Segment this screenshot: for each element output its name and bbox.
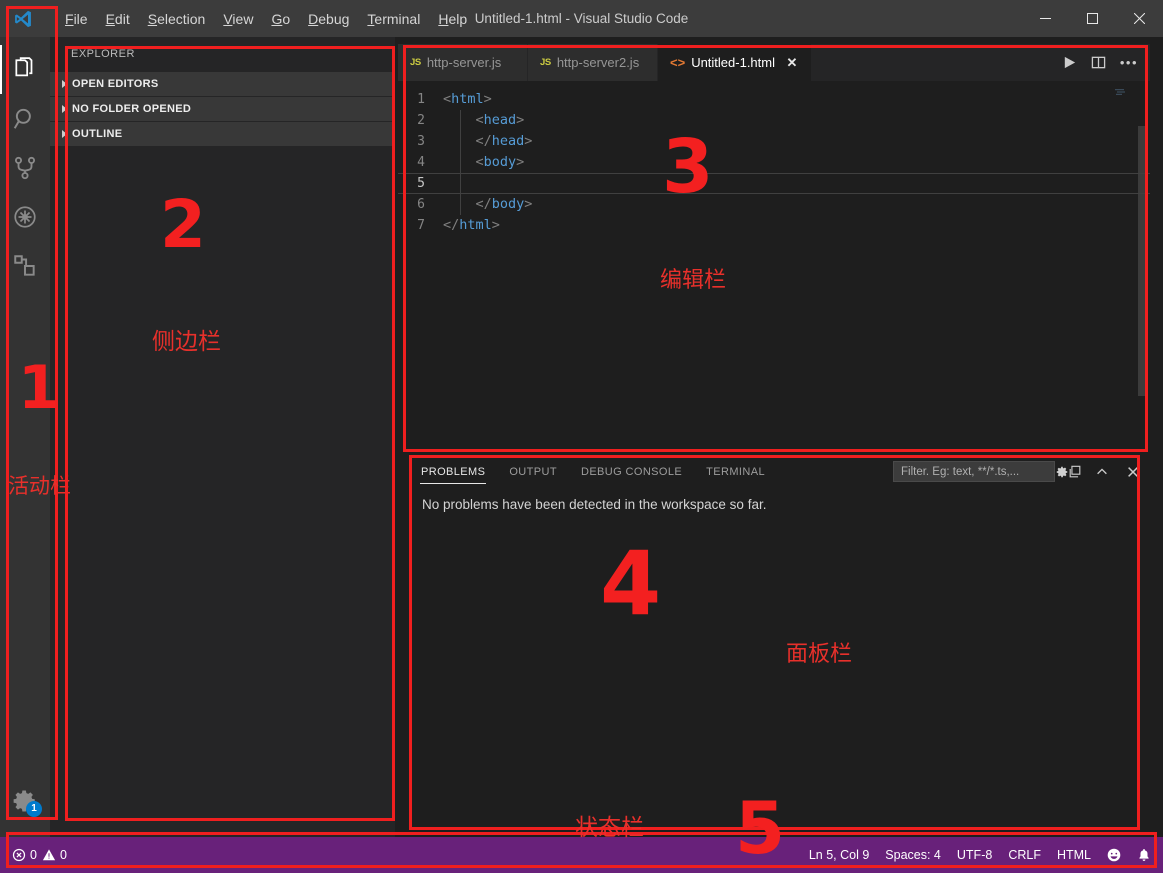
panel-tab-bar: PROBLEMS OUTPUT DEBUG CONSOLE TERMINAL (410, 455, 1140, 488)
clear-panel-icon[interactable] (1068, 465, 1082, 479)
tab-label: Untitled-1.html (691, 55, 775, 70)
code-line-active: 5 (398, 173, 1150, 194)
line-number: 6 (417, 197, 425, 212)
error-count: 0 (30, 848, 37, 862)
activity-bar: 1 (0, 37, 50, 837)
line-number: 2 (417, 113, 425, 128)
menu-selection[interactable]: Selection (139, 8, 215, 30)
status-cursor-position[interactable]: Ln 5, Col 9 (809, 848, 869, 862)
code-text: <head> (475, 112, 525, 128)
menu-help[interactable]: Help (429, 8, 476, 30)
vscode-window: FFileile Edit Selection View Go Debug Te… (0, 0, 1163, 873)
line-number: 1 (417, 92, 425, 107)
vscode-logo-icon (0, 0, 46, 37)
maximize-panel-icon[interactable] (1095, 465, 1109, 479)
menu-debug[interactable]: Debug (299, 8, 358, 30)
code-line: 7 </html> (398, 215, 1150, 236)
manage-gear-icon[interactable]: 1 (0, 776, 50, 825)
problems-filter[interactable] (893, 461, 1068, 482)
line-number: 5 (417, 176, 425, 191)
close-panel-icon[interactable] (1126, 465, 1140, 479)
extensions-icon[interactable] (0, 241, 50, 290)
tab-output[interactable]: OUTPUT (508, 460, 558, 484)
run-debug-icon[interactable] (0, 192, 50, 241)
feedback-smiley-icon[interactable] (1107, 848, 1121, 862)
code-text: </body> (475, 196, 533, 212)
js-file-icon: JS (540, 57, 551, 68)
sidebar-title: EXPLORER (71, 48, 135, 60)
more-actions-icon[interactable]: ••• (1120, 55, 1138, 70)
editor-actions: ••• (1062, 44, 1144, 81)
html-file-icon: <> (670, 55, 686, 70)
code-text: <html> (443, 91, 492, 107)
menu-go[interactable]: Go (262, 8, 299, 30)
panel: PROBLEMS OUTPUT DEBUG CONSOLE TERMINAL F… (410, 455, 1140, 830)
window-controls[interactable] (1022, 0, 1163, 37)
code-line: 1 <html> (398, 89, 1150, 110)
code-line: 3 </head> (398, 131, 1150, 152)
problems-message: No problems have been detected in the wo… (422, 497, 767, 512)
code-line: 6 </body> (398, 194, 1150, 215)
sidebar-section-no-folder-opened[interactable]: NO FOLDER OPENED (50, 97, 395, 121)
panel-actions (893, 455, 1140, 488)
line-number: 4 (417, 155, 425, 170)
status-language-mode[interactable]: HTML (1057, 848, 1091, 862)
tab-label: http-server.js (426, 55, 502, 70)
menu-view[interactable]: View (214, 8, 262, 30)
sidebar-section-label: OPEN EDITORS (72, 78, 159, 90)
status-errors[interactable]: 0 (12, 848, 37, 862)
sidebar-section-label: OUTLINE (72, 128, 123, 140)
chevron-right-icon (56, 130, 72, 138)
tab-http-server-js[interactable]: JS http-server.js (398, 44, 528, 81)
sidebar: EXPLORER OPEN EDITORS NO FOLDER OPENED O… (50, 37, 395, 837)
menu-bar[interactable]: FFileile Edit Selection View Go Debug Te… (46, 0, 476, 37)
title-bar: FFileile Edit Selection View Go Debug Te… (0, 0, 1163, 37)
gear-badge: 1 (26, 801, 42, 817)
menu-file[interactable]: FFileile (56, 8, 97, 30)
code-text: </head> (475, 133, 533, 149)
search-icon[interactable] (0, 94, 50, 143)
notifications-bell-icon[interactable] (1137, 848, 1151, 862)
tab-problems[interactable]: PROBLEMS (420, 460, 487, 484)
js-file-icon: JS (410, 57, 421, 68)
warning-count: 0 (59, 848, 67, 862)
menu-terminal[interactable]: Terminal (358, 8, 429, 30)
sidebar-section-label: NO FOLDER OPENED (72, 103, 192, 115)
code-text: </html> (443, 217, 500, 233)
close-icon[interactable] (1116, 0, 1163, 37)
sidebar-section-open-editors[interactable]: OPEN EDITORS (50, 72, 395, 96)
code-lines: 1 <html> 2 <head> 3 </head> 4 <body> 5 6… (398, 81, 1150, 236)
maximize-icon[interactable] (1069, 0, 1116, 37)
status-eol[interactable]: CRLF (1008, 848, 1041, 862)
tab-http-server2-js[interactable]: JS http-server2.js (528, 44, 658, 81)
status-indentation[interactable]: Spaces: 4 (885, 848, 941, 862)
filter-input[interactable] (901, 465, 1055, 478)
split-editor-icon[interactable] (1091, 55, 1106, 70)
code-text: <body> (475, 154, 525, 170)
chevron-right-icon (56, 105, 72, 113)
code-editor[interactable]: 1 <html> 2 <head> 3 </head> 4 <body> 5 6… (398, 81, 1150, 449)
status-warnings[interactable]: 0 (42, 848, 67, 862)
editor-tab-bar: JS http-server.js JS http-server2.js <> … (398, 44, 1150, 81)
line-number: 3 (417, 134, 425, 149)
minimize-icon[interactable] (1022, 0, 1069, 37)
run-play-icon[interactable] (1062, 55, 1077, 70)
line-number: 7 (417, 218, 425, 233)
tab-close-icon[interactable]: ✕ (785, 55, 799, 71)
status-bar: 0 0 Ln 5, Col 9 Spaces: 4 UTF-8 CRLF HTM… (0, 837, 1163, 873)
status-encoding[interactable]: UTF-8 (957, 848, 992, 862)
tab-label: http-server2.js (556, 55, 640, 70)
editor-group: JS http-server.js JS http-server2.js <> … (398, 44, 1150, 449)
filter-settings-icon[interactable] (1055, 465, 1069, 479)
code-line: 2 <head> (398, 110, 1150, 131)
sidebar-item-explorer[interactable] (0, 45, 50, 94)
tab-terminal[interactable]: TERMINAL (705, 460, 766, 484)
tab-debug-console[interactable]: DEBUG CONSOLE (580, 460, 683, 484)
tab-untitled-1-html[interactable]: <> Untitled-1.html ✕ (658, 44, 812, 81)
code-line: 4 <body> (398, 152, 1150, 173)
sidebar-section-outline[interactable]: OUTLINE (50, 122, 395, 146)
chevron-right-icon (56, 80, 72, 88)
menu-edit[interactable]: Edit (97, 8, 139, 30)
source-control-branch-icon[interactable] (0, 143, 50, 192)
